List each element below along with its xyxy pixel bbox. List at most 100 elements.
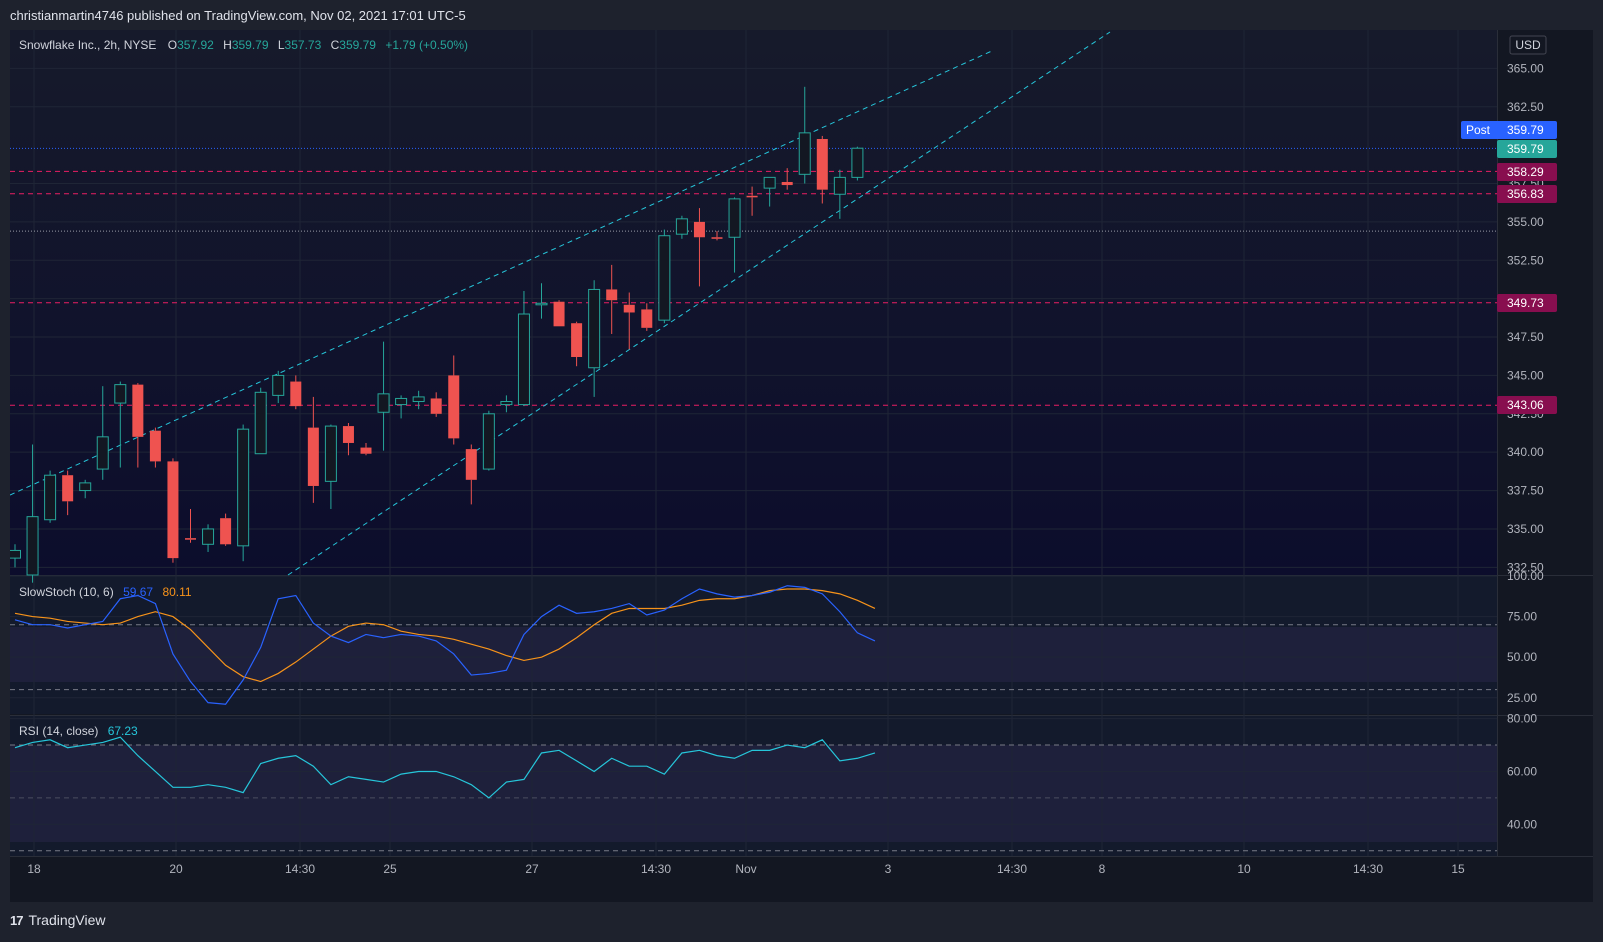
time-tick-label: 14:30 bbox=[1353, 862, 1383, 876]
stoch-tick-label: 100.00 bbox=[1507, 569, 1544, 583]
candle-body-up bbox=[535, 302, 548, 306]
candle bbox=[658, 229, 671, 324]
price-tick-label: 335.00 bbox=[1507, 522, 1544, 536]
candle bbox=[482, 410, 495, 471]
candle-body-down bbox=[185, 538, 196, 540]
candle-body-down bbox=[465, 449, 477, 480]
candle bbox=[553, 300, 565, 327]
stoch-band-fill bbox=[10, 627, 1497, 682]
time-tick-label: 8 bbox=[1099, 862, 1106, 876]
tradingview-logo[interactable]: 17 TradingView bbox=[10, 912, 106, 928]
rsi-tick-label: 80.00 bbox=[1507, 712, 1537, 726]
candle-body-down bbox=[62, 475, 74, 502]
level-tag-1-value: 358.29 bbox=[1507, 165, 1544, 179]
candle-body-up bbox=[833, 176, 846, 195]
candle-body-down bbox=[149, 430, 161, 462]
price-tick-label: 362.50 bbox=[1507, 100, 1544, 114]
price-tick-label: 365.00 bbox=[1507, 61, 1544, 75]
high-label: H bbox=[223, 38, 232, 52]
published-header: christianmartin4746 published on Trading… bbox=[10, 8, 466, 23]
candle-body-up bbox=[79, 482, 92, 492]
candle bbox=[237, 424, 250, 562]
time-tick-label: 18 bbox=[27, 862, 41, 876]
candle-body-down bbox=[290, 381, 302, 407]
price-tick-label: 347.50 bbox=[1507, 330, 1544, 344]
time-tick-label: 15 bbox=[1451, 862, 1465, 876]
svg-text:Snowflake Inc., 2h, NYSE: Snowflake Inc., 2h, NYSE O357.92 H359.79… bbox=[19, 38, 468, 52]
time-tick-label: 25 bbox=[383, 862, 397, 876]
post-tag-value: 359.79 bbox=[1507, 123, 1544, 137]
time-tick-label: 14:30 bbox=[641, 862, 671, 876]
candle-body-up bbox=[254, 391, 267, 455]
candle-body-up bbox=[96, 436, 109, 470]
svg-text:SlowStoch (10, 6) 59.67: SlowStoch (10, 6) 59.67 80.11 bbox=[19, 585, 192, 599]
candle-body-down bbox=[816, 139, 828, 190]
level-tag-3-value: 349.73 bbox=[1507, 296, 1544, 310]
rsi-band-fill bbox=[10, 745, 1497, 842]
candle-body-up bbox=[588, 288, 601, 369]
candle-body-down bbox=[132, 384, 144, 437]
candle-body-up bbox=[482, 413, 495, 470]
candle-body-up bbox=[675, 218, 688, 235]
candle-body-up bbox=[237, 428, 250, 547]
candle-body-down bbox=[448, 375, 460, 439]
candle bbox=[167, 458, 179, 563]
symbol-title: Snowflake Inc., 2h, NYSE bbox=[19, 38, 156, 52]
currency-label: USD bbox=[1515, 38, 1541, 52]
time-tick-label: 3 bbox=[885, 862, 892, 876]
stoch-tick-label: 25.00 bbox=[1507, 691, 1537, 705]
candle-body-down bbox=[220, 518, 232, 545]
time-tick-label: 14:30 bbox=[997, 862, 1027, 876]
candle-body-up bbox=[412, 396, 425, 403]
chart-svg[interactable]: 332.50335.00337.50340.00342.50345.00347.… bbox=[9, 30, 1593, 902]
time-tick-label: 14:30 bbox=[285, 862, 315, 876]
candle-body-down bbox=[342, 426, 354, 443]
candle-body-up bbox=[272, 374, 285, 396]
rsi-tick-label: 40.00 bbox=[1507, 817, 1537, 831]
candle-body-up bbox=[377, 393, 390, 413]
candle-body-up bbox=[44, 474, 57, 521]
candle-body-up bbox=[728, 198, 741, 238]
rsi-tick-label: 60.00 bbox=[1507, 764, 1537, 778]
open-label: O bbox=[168, 38, 177, 52]
candle-body-up bbox=[9, 549, 21, 559]
candle bbox=[851, 146, 864, 181]
candle bbox=[44, 470, 57, 523]
stoch-title: SlowStoch (10, 6) bbox=[19, 585, 114, 599]
change-value: +1.79 (+0.50%) bbox=[385, 38, 468, 52]
candle-body-down bbox=[781, 181, 793, 186]
candle-body-down bbox=[641, 309, 653, 328]
candle-body-down bbox=[693, 221, 705, 238]
candle-body-up bbox=[798, 132, 811, 175]
close-label: C bbox=[331, 38, 340, 52]
stoch-k-value: 59.67 bbox=[123, 585, 153, 599]
level-tag-2-value: 356.83 bbox=[1507, 187, 1544, 201]
candle-body-down bbox=[360, 447, 372, 454]
candle-body-up bbox=[500, 401, 513, 406]
stoch-d-value: 80.11 bbox=[162, 585, 191, 599]
candle-body-down bbox=[571, 323, 583, 357]
candle-body-down bbox=[606, 289, 618, 301]
time-tick-label: 20 bbox=[169, 862, 183, 876]
price-tick-label: 352.50 bbox=[1507, 253, 1544, 267]
time-tick-label: 27 bbox=[525, 862, 539, 876]
time-tick-label: 10 bbox=[1237, 862, 1251, 876]
candle-body-down bbox=[711, 237, 723, 239]
price-tick-label: 345.00 bbox=[1507, 368, 1544, 382]
candle-body-up bbox=[202, 528, 215, 545]
stoch-tick-label: 75.00 bbox=[1507, 610, 1537, 624]
candle-body-up bbox=[395, 397, 408, 406]
candle-body-up bbox=[763, 176, 776, 189]
price-tick-label: 340.00 bbox=[1507, 445, 1544, 459]
tradingview-brand-text: TradingView bbox=[28, 912, 106, 928]
candle-body-down bbox=[746, 195, 758, 198]
candle-body-up bbox=[26, 516, 39, 576]
candle-body-up bbox=[517, 313, 530, 406]
price-tick-label: 337.50 bbox=[1507, 484, 1544, 498]
close-value: 359.79 bbox=[339, 38, 376, 52]
candle-body-down bbox=[430, 398, 442, 414]
chart-frame[interactable]: 332.50335.00337.50340.00342.50345.00347.… bbox=[9, 30, 1593, 902]
price-tick-label: 355.00 bbox=[1507, 215, 1544, 229]
candle-body-down bbox=[307, 427, 319, 486]
rsi-title: RSI (14, close) bbox=[19, 724, 98, 738]
